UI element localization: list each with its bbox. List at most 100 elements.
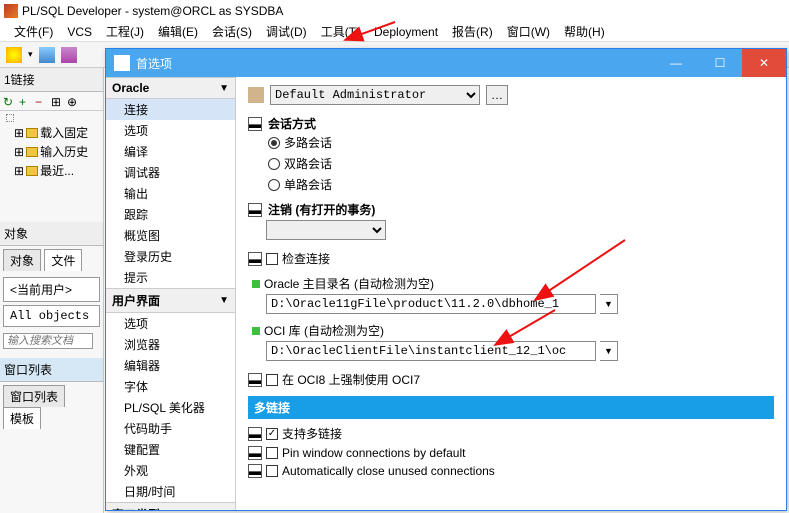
tab-objects[interactable]: 对象 (3, 249, 41, 271)
pin-win-label: Pin window connections by default (282, 446, 465, 460)
save-icon[interactable] (61, 47, 77, 63)
menu-deployment[interactable]: Deployment (368, 23, 444, 41)
dialog-title: 首选项 (136, 55, 172, 72)
check-conn-checkbox[interactable] (266, 253, 278, 265)
tree-history[interactable]: 输入历史 (40, 143, 88, 160)
force-oci7-label: 在 OCI8 上强制使用 OCI7 (282, 371, 420, 388)
green-dot-icon (252, 280, 260, 288)
app-title: PL/SQL Developer - system@ORCL as SYSDBA (22, 4, 283, 18)
folder-icon (26, 128, 38, 138)
folder-icon (26, 147, 38, 157)
radio-multi[interactable] (268, 137, 280, 149)
dialog-icon (114, 55, 130, 71)
tab-files[interactable]: 文件 (44, 249, 82, 271)
profile-select[interactable]: Default Administrator (270, 85, 480, 105)
oci-input[interactable] (266, 341, 596, 361)
refresh-icon[interactable]: ↻ (3, 95, 15, 107)
close-button[interactable]: ✕ (742, 49, 786, 77)
oracle-home-input[interactable] (266, 294, 596, 314)
collapse-icon[interactable]: ▬ (248, 464, 262, 478)
minimize-button[interactable]: — (654, 49, 698, 77)
side-panel: 1链接 ↻ + − ⊞ ⊕ ⊞载入固定 ⊞输入历史 ⊞最近... 对象 对象 文… (0, 68, 104, 513)
cat-overview[interactable]: 概览图 (106, 225, 235, 246)
cat-ui-opt[interactable]: 选项 (106, 313, 235, 334)
dropdown-icon[interactable]: ▼ (600, 294, 618, 314)
dropdown-icon[interactable]: ▼ (600, 341, 618, 361)
menu-help[interactable]: 帮助(H) (558, 21, 611, 42)
search-input[interactable] (3, 333, 93, 349)
cat-beautifier[interactable]: PL/SQL 美化器 (106, 397, 235, 418)
cat-codeassist[interactable]: 代码助手 (106, 418, 235, 439)
cat-font[interactable]: 字体 (106, 376, 235, 397)
all-objects[interactable]: All objects (3, 305, 100, 327)
cat-datetime[interactable]: 日期/时间 (106, 481, 235, 502)
expand-icon[interactable]: ⊞ (51, 95, 63, 107)
preferences-dialog: 首选项 — ☐ ✕ Oracle▼ 连接 选项 编译 调试器 输出 跟踪 概览图… (105, 48, 787, 511)
chevron-down-icon: ▼ (219, 509, 229, 510)
menu-session[interactable]: 会话(S) (206, 21, 258, 42)
collapse-icon[interactable]: ▬ (248, 252, 262, 266)
link-header: 1链接 (0, 68, 103, 92)
support-multi-checkbox[interactable] (266, 428, 278, 440)
logoff-select[interactable] (266, 220, 386, 240)
cat-conn[interactable]: 连接 (106, 99, 235, 120)
cat-browser[interactable]: 浏览器 (106, 334, 235, 355)
folder-icon (26, 166, 38, 176)
cat-options[interactable]: 选项 (106, 120, 235, 141)
add-icon[interactable]: ⊕ (67, 95, 79, 107)
menu-tools[interactable]: 工具(T) (315, 21, 366, 42)
cat-debugger[interactable]: 调试器 (106, 162, 235, 183)
auto-close-checkbox[interactable] (266, 465, 278, 477)
tree-loadfix[interactable]: 载入固定 (40, 124, 88, 141)
collapse-icon[interactable]: ▬ (248, 427, 262, 441)
tab-winlist[interactable]: 窗口列表 (3, 385, 65, 407)
support-multi-label: 支持多链接 (282, 425, 342, 442)
plus-icon[interactable]: + (19, 95, 31, 107)
cat-appearance[interactable]: 外观 (106, 460, 235, 481)
cat-keys[interactable]: 键配置 (106, 439, 235, 460)
cat-editor[interactable]: 编辑器 (106, 355, 235, 376)
open-icon[interactable] (39, 47, 55, 63)
green-dot-icon (252, 327, 260, 335)
cat-compile[interactable]: 编译 (106, 141, 235, 162)
menu-debug[interactable]: 调试(D) (260, 21, 313, 42)
radio-dual[interactable] (268, 158, 280, 170)
pin-win-checkbox[interactable] (266, 447, 278, 459)
objects-header: 对象 (0, 222, 103, 246)
logoff-label: 注销 (有打开的事务) (268, 201, 375, 218)
menu-project[interactable]: 工程(J) (100, 21, 150, 42)
collapse-icon[interactable]: ▬ (248, 446, 262, 460)
collapse-icon[interactable]: ▬ (248, 203, 262, 217)
winlist-header: 窗口列表 (0, 358, 103, 382)
cat-wintype-header[interactable]: 窗口类型▼ (106, 502, 235, 510)
chevron-down-icon: ▼ (219, 295, 229, 306)
collapse-icon[interactable]: ▬ (248, 373, 262, 387)
current-user[interactable]: <当前用户> (3, 277, 100, 302)
tree-recent[interactable]: 最近... (40, 162, 74, 179)
tree-dash-icon[interactable] (6, 114, 14, 122)
cat-loginhist[interactable]: 登录历史 (106, 246, 235, 267)
menu-vcs[interactable]: VCS (61, 23, 98, 41)
tab-template[interactable]: 模板 (3, 407, 41, 429)
cat-trace[interactable]: 跟踪 (106, 204, 235, 225)
profile-more-button[interactable]: … (486, 85, 508, 105)
cat-ui-header[interactable]: 用户界面▼ (106, 288, 235, 313)
cat-hints[interactable]: 提示 (106, 267, 235, 288)
new-icon[interactable] (6, 47, 22, 63)
menubar: 文件(F) VCS 工程(J) 编辑(E) 会话(S) 调试(D) 工具(T) … (0, 22, 789, 42)
cat-oracle-header[interactable]: Oracle▼ (106, 77, 235, 99)
oracle-home-label: Oracle 主目录名 (自动检测为空) (264, 275, 434, 292)
menu-file[interactable]: 文件(F) (8, 21, 59, 42)
radio-single[interactable] (268, 179, 280, 191)
app-icon (4, 4, 18, 18)
force-oci7-checkbox[interactable] (266, 374, 278, 386)
settings-pane: Default Administrator … ▬会话方式 多路会话 双路会话 … (236, 77, 786, 510)
cat-output[interactable]: 输出 (106, 183, 235, 204)
minus-icon[interactable]: − (35, 95, 47, 107)
menu-report[interactable]: 报告(R) (446, 21, 499, 42)
maximize-button[interactable]: ☐ (698, 49, 742, 77)
collapse-icon[interactable]: ▬ (248, 117, 262, 131)
menu-edit[interactable]: 编辑(E) (152, 21, 204, 42)
chevron-down-icon: ▼ (219, 83, 229, 94)
menu-window[interactable]: 窗口(W) (501, 21, 556, 42)
